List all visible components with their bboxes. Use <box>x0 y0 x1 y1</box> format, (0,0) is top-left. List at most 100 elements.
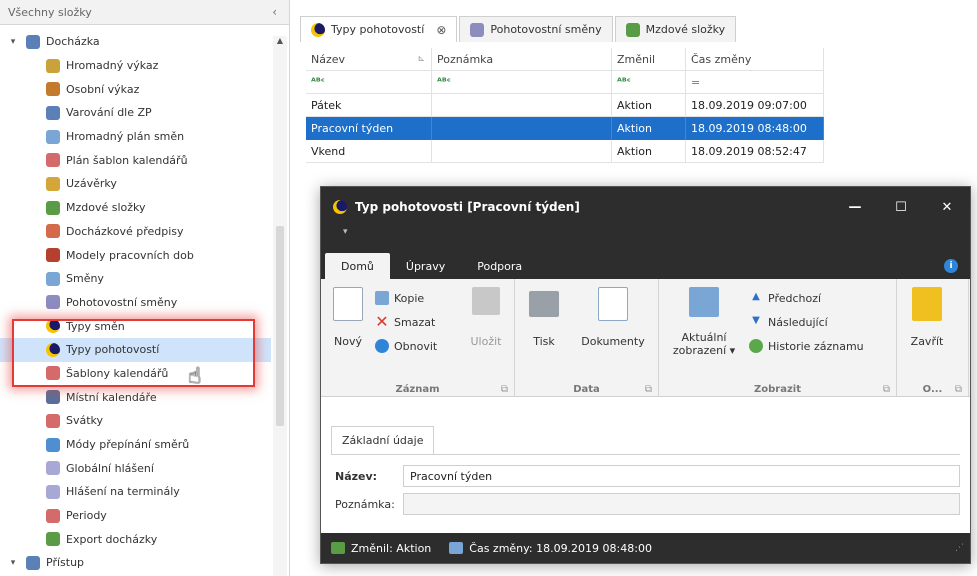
tree-item[interactable]: Hromadný výkaz <box>0 54 271 78</box>
tree-item[interactable]: Mzdové složky <box>0 196 271 220</box>
refresh-button[interactable]: Obnovit <box>375 337 459 355</box>
user-changed-icon <box>331 542 345 554</box>
expand-chevron-icon[interactable]: ▾ <box>6 37 20 47</box>
tab-zakladni-udaje[interactable]: Základní údaje <box>331 426 435 454</box>
filter-cell[interactable]: ᴬᴮᶜ <box>612 70 686 94</box>
tree-item[interactable]: Šablony kalendářů <box>0 362 271 386</box>
tab-pohotovostni-smeny[interactable]: Pohotovostní směny <box>459 16 613 42</box>
close-record-button[interactable]: Zavřít <box>897 287 957 397</box>
tree-item[interactable]: ▾ Přístup <box>0 551 271 575</box>
tree-item[interactable]: Modely pracovních dob <box>0 243 271 267</box>
tree-item[interactable]: Místní kalendáře <box>0 385 271 409</box>
collapse-panel-icon[interactable]: ‹ <box>268 5 281 19</box>
arrow-down-icon: ▼ <box>752 315 760 326</box>
tree-item[interactable]: Osobní výkaz <box>0 77 271 101</box>
tree-item[interactable]: Pohotovostní směny <box>0 291 271 315</box>
qat-dropdown-icon[interactable]: ▾ <box>343 227 348 237</box>
table-cell[interactable]: Aktion <box>612 93 686 117</box>
table-cell[interactable] <box>432 93 612 117</box>
edit-dialog: Typ pohotovosti [Pracovní týden] — ☐ ✕ ▾… <box>320 186 971 564</box>
table-row[interactable]: Vkend Aktion 18.09.2019 08:52:47 <box>306 139 824 163</box>
dialog-launcher-icon[interactable]: ⧉ <box>501 384 508 395</box>
new-button[interactable]: Nový <box>321 287 375 397</box>
table-cell[interactable]: Aktion <box>612 116 686 140</box>
tree-item[interactable]: Periody <box>0 504 271 528</box>
dialog-launcher-icon[interactable]: ⧉ <box>955 384 962 395</box>
tab-label: Typy pohotovostí <box>331 23 425 36</box>
tree-item[interactable]: Uzávěrky <box>0 172 271 196</box>
column-header-poznamka[interactable]: Poznámka <box>432 47 612 71</box>
print-button[interactable]: Tisk <box>515 287 573 397</box>
tree-item-label: Přístup <box>46 556 85 570</box>
filter-cell[interactable]: ᴬᴮᶜ <box>432 70 612 94</box>
table-cell[interactable]: Pracovní týden <box>306 116 432 140</box>
current-view-button[interactable]: Aktuální zobrazení ▾ <box>659 287 749 397</box>
tab-typy-pohotovosti[interactable]: Typy pohotovostí ⊗ <box>300 16 458 42</box>
quick-access-toolbar: ▾ <box>321 227 970 247</box>
tree-item[interactable]: Export docházky <box>0 527 271 551</box>
dialog-launcher-icon[interactable]: ⧉ <box>645 384 652 395</box>
column-header-zmenil[interactable]: Změnil <box>612 47 686 71</box>
tree-scrollbar[interactable]: ▲ <box>273 36 287 576</box>
table-cell[interactable]: 18.09.2019 09:07:00 <box>686 93 824 117</box>
ribbon-tab-podpora[interactable]: Podpora <box>461 253 538 279</box>
delete-button[interactable]: ✕ Smazat <box>375 313 459 331</box>
table-cell[interactable]: Vkend <box>306 139 432 163</box>
tree-item[interactable]: Svátky <box>0 409 271 433</box>
tree-item[interactable]: Docházkové předpisy <box>0 220 271 244</box>
tree-item[interactable]: ▾ Docházka <box>0 30 271 54</box>
documents-button[interactable]: Dokumenty <box>573 287 653 397</box>
ribbon-group-close: Zavřít O... ⧉ <box>897 279 969 397</box>
column-header-nazev[interactable]: Název ⊾ <box>306 47 432 71</box>
table-row[interactable]: Pracovní týden Aktion 18.09.2019 08:48:00 <box>306 116 824 140</box>
close-button[interactable]: ✕ <box>924 200 970 215</box>
copy-button[interactable]: Kopie <box>375 289 459 307</box>
name-field[interactable]: Pracovní týden <box>403 465 960 487</box>
tree-item-label: Typy směn <box>66 319 125 333</box>
previous-button[interactable]: ▲ Předchozí <box>749 289 889 307</box>
tree-item[interactable]: Varování dle ZP <box>0 101 271 125</box>
ribbon-tab-domu[interactable]: Domů <box>325 253 390 279</box>
resize-grip-icon[interactable]: ⋰ <box>955 543 964 553</box>
tree-item-label: Šablony kalendářů <box>66 366 169 380</box>
table-cell[interactable] <box>432 139 612 163</box>
dialog-launcher-icon[interactable]: ⧉ <box>883 384 890 395</box>
minimize-button[interactable]: — <box>832 200 878 215</box>
table-cell[interactable]: 18.09.2019 08:52:47 <box>686 139 824 163</box>
tree-item[interactable]: Globální hlášení <box>0 456 271 480</box>
tree-item[interactable]: Typy pohotovostí <box>0 337 271 362</box>
history-button[interactable]: Historie záznamu <box>749 337 889 355</box>
tab-mzdove-slozky[interactable]: Mzdové složky <box>614 16 737 42</box>
table-row[interactable]: Pátek Aktion 18.09.2019 09:07:00 <box>306 93 824 117</box>
tree-item[interactable]: Hromadný plán směn <box>0 125 271 149</box>
table-cell[interactable]: Aktion <box>612 139 686 163</box>
tree-item[interactable]: Typy směn <box>0 314 271 338</box>
expand-chevron-icon[interactable]: ▾ <box>6 558 20 568</box>
filter-cell[interactable]: ᴬᴮᶜ <box>306 70 432 94</box>
tree-item[interactable]: Plán šablon kalendářů <box>0 148 271 172</box>
tree-item-label: Varování dle ZP <box>66 106 152 120</box>
tree-item[interactable]: Směny <box>0 267 271 291</box>
model-icon <box>46 248 60 263</box>
table-cell[interactable]: 18.09.2019 08:48:00 <box>686 116 824 140</box>
scroll-thumb[interactable] <box>276 226 284 426</box>
direction-icon <box>46 437 60 452</box>
scroll-up-icon[interactable]: ▲ <box>273 36 287 48</box>
maximize-button[interactable]: ☐ <box>878 200 924 215</box>
next-button[interactable]: ▼ Následující <box>749 313 889 331</box>
printer-icon <box>529 291 559 317</box>
tree-item-label: Pohotovostní směny <box>66 295 178 309</box>
save-button[interactable]: Uložit <box>459 287 513 397</box>
table-cell[interactable] <box>432 116 612 140</box>
column-header-cas-zmeny[interactable]: Čas změny <box>686 47 824 71</box>
tree-item[interactable]: Hlášení na terminály <box>0 480 271 504</box>
close-tab-icon[interactable]: ⊗ <box>436 23 446 37</box>
table-cell[interactable]: Pátek <box>306 93 432 117</box>
document-icon <box>598 287 628 321</box>
tree-item[interactable]: Módy přepínání směrů <box>0 433 271 457</box>
note-field[interactable] <box>403 493 960 515</box>
help-icon[interactable]: i <box>944 259 958 273</box>
filter-cell[interactable]: = <box>686 70 824 94</box>
ribbon-tab-upravy[interactable]: Úpravy <box>390 253 461 279</box>
filter-abc-icon: ᴬᴮᶜ <box>437 76 451 88</box>
